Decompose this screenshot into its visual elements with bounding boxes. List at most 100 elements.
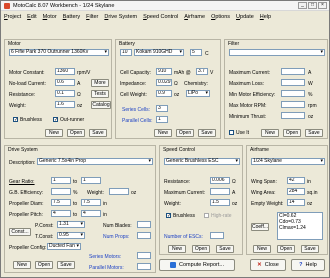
series-cells-input[interactable]: 3	[156, 105, 168, 112]
cell-volts-input[interactable]: 3.7	[196, 68, 208, 75]
noload-current-input[interactable]: 0.6	[55, 79, 75, 86]
pconst-select[interactable]: 1.31	[57, 221, 85, 228]
menu-speed-control[interactable]: Speed Control	[143, 14, 178, 20]
drive-save-button[interactable]: Save	[57, 261, 75, 269]
filter-open-button[interactable]: Open	[283, 129, 301, 137]
battery-cells-input[interactable]: 10	[120, 49, 132, 56]
empty-weight-input[interactable]: 14	[287, 199, 305, 206]
maximize-button[interactable]: □	[308, 2, 317, 9]
prop-pitch-input-2[interactable]: 4	[81, 210, 101, 217]
wing-area-input[interactable]: 284	[287, 188, 305, 195]
filter-max-loss-input[interactable]	[281, 79, 305, 86]
motor-open-button[interactable]: Open	[67, 129, 85, 137]
outrunner-checkbox[interactable]: ✓	[53, 117, 58, 123]
parallel-cells-input[interactable]: 1	[156, 116, 168, 123]
motor-tests-button[interactable]: Tests	[91, 90, 109, 98]
menu-drive-system[interactable]: Drive System	[104, 14, 137, 20]
prop-diam-unit: in	[103, 201, 107, 207]
battery-open-button[interactable]: Open	[176, 129, 194, 137]
gear-ratio-input[interactable]: 1	[51, 177, 71, 184]
help-button[interactable]: ? Help	[291, 259, 325, 271]
airframe-save-button[interactable]: Save	[301, 245, 319, 253]
drive-open-button[interactable]: Open	[35, 261, 53, 269]
esc-save-button[interactable]: Save	[216, 245, 234, 253]
esc-new-button[interactable]: New	[168, 245, 186, 253]
filter-max-current-input[interactable]	[281, 68, 305, 75]
menu-filter[interactable]: Filter	[86, 14, 98, 20]
filter-max-loss-unit: W	[308, 81, 313, 87]
compute-report-button[interactable]: Compute Report...	[159, 259, 235, 271]
motor-weight-input[interactable]: 1.6	[55, 101, 75, 108]
cell-capacity-input[interactable]: 910	[156, 68, 172, 75]
esc-brushless-checkbox[interactable]: ✓	[166, 213, 171, 219]
drive-select[interactable]: Generic 7.5x4in Prop	[37, 158, 153, 165]
esc-weight-input[interactable]: 1.5	[210, 199, 230, 206]
motor-constant-input[interactable]: 1360	[55, 68, 75, 75]
prop-pitch-input[interactable]: 4	[51, 210, 71, 217]
close-button[interactable]: ✕ Close	[250, 259, 286, 271]
menu-help[interactable]: Help	[260, 14, 271, 20]
drive-new-button[interactable]: New	[13, 261, 31, 269]
filter-use-checkbox[interactable]	[229, 130, 234, 135]
menu-airframe[interactable]: Airframe	[184, 14, 205, 20]
resistance-input[interactable]: 0.1	[55, 90, 75, 97]
filter-save-button[interactable]: Save	[305, 129, 323, 137]
coeff-button[interactable]: Coeff...	[251, 223, 269, 231]
parallel-motors-input[interactable]	[137, 263, 151, 270]
menu-options[interactable]: Options	[211, 14, 230, 20]
battery-new-button[interactable]: New	[154, 129, 172, 137]
esc-open-button[interactable]: Open	[192, 245, 210, 253]
airframe-select[interactable]: 1/24 Skylane	[251, 158, 325, 165]
prop-diam-input-2[interactable]: 7.5	[81, 199, 101, 206]
cell-capacity-unit: mAh @	[174, 70, 191, 76]
cell-weight-input[interactable]: 0.9	[156, 90, 172, 97]
tconst-select[interactable]: 0.95	[57, 232, 85, 239]
motor-select[interactable]: 6 Fifie Park 370 Outrunner 1360Kv	[9, 49, 109, 56]
const-button[interactable]: Const...	[9, 228, 31, 236]
minimize-button[interactable]: _	[298, 2, 307, 9]
close-window-button[interactable]: ×	[318, 2, 327, 9]
motor-save-button[interactable]: Save	[89, 129, 107, 137]
filter-new-button[interactable]: New	[261, 129, 279, 137]
menu-battery[interactable]: Battery	[63, 14, 80, 20]
prop-diam-input[interactable]: 7.5	[51, 199, 71, 206]
menu-update[interactable]: Update	[236, 14, 254, 20]
menu-edit[interactable]: Edit	[27, 14, 36, 20]
esc-resistance-input[interactable]: 0.006	[210, 177, 230, 184]
filter-select[interactable]	[229, 49, 325, 56]
esc-max-current-input[interactable]	[210, 188, 230, 195]
prop-config-select[interactable]: Ducted Fan	[47, 243, 81, 250]
airframe-new-button[interactable]: New	[253, 245, 271, 253]
motor-catalog-button[interactable]: Catalog	[91, 101, 111, 109]
filter-min-thrust-label: Minimum Thrust:	[229, 114, 267, 120]
filter-min-eff-input[interactable]	[281, 90, 305, 97]
gb-efficiency-input[interactable]	[51, 188, 71, 195]
speed-panel-title: Speed Control	[163, 147, 195, 153]
filter-max-rpm-input[interactable]	[281, 101, 305, 108]
num-props-input[interactable]	[137, 232, 151, 239]
battery-save-button[interactable]: Save	[198, 129, 216, 137]
menu-project[interactable]: Project	[4, 14, 21, 20]
battery-panel-title: Battery	[119, 41, 135, 47]
motor-more-button[interactable]: More	[91, 79, 109, 87]
series-motors-input[interactable]	[137, 252, 151, 259]
battery-c-input[interactable]: 5	[190, 49, 202, 56]
esc-select[interactable]: Generic Brushless ESC	[164, 158, 240, 165]
high-rate-checkbox[interactable]	[204, 213, 209, 218]
brushless-checkbox[interactable]: ✓	[13, 117, 18, 123]
num-blades-input[interactable]	[137, 221, 151, 228]
menu-motor[interactable]: Motor	[43, 14, 57, 20]
chemistry-select[interactable]: LiPo	[186, 90, 210, 97]
impedance-input[interactable]: 0.029	[156, 79, 172, 86]
gear-ratio-to: to	[73, 179, 78, 185]
motor-new-button[interactable]: New	[45, 129, 63, 137]
filter-panel-title: Filter	[228, 41, 240, 47]
prop-pitch-label: Propeller Pitch:	[9, 212, 43, 218]
filter-min-thrust-input[interactable]	[281, 112, 305, 119]
airframe-open-button[interactable]: Open	[277, 245, 295, 253]
wing-span-input[interactable]: 42	[287, 177, 305, 184]
gb-weight-input[interactable]	[109, 188, 129, 195]
battery-select[interactable]: Kokam 910GHD	[134, 49, 184, 56]
gear-ratio-input-2[interactable]: 1	[81, 177, 101, 184]
num-escs-input[interactable]	[210, 232, 224, 239]
